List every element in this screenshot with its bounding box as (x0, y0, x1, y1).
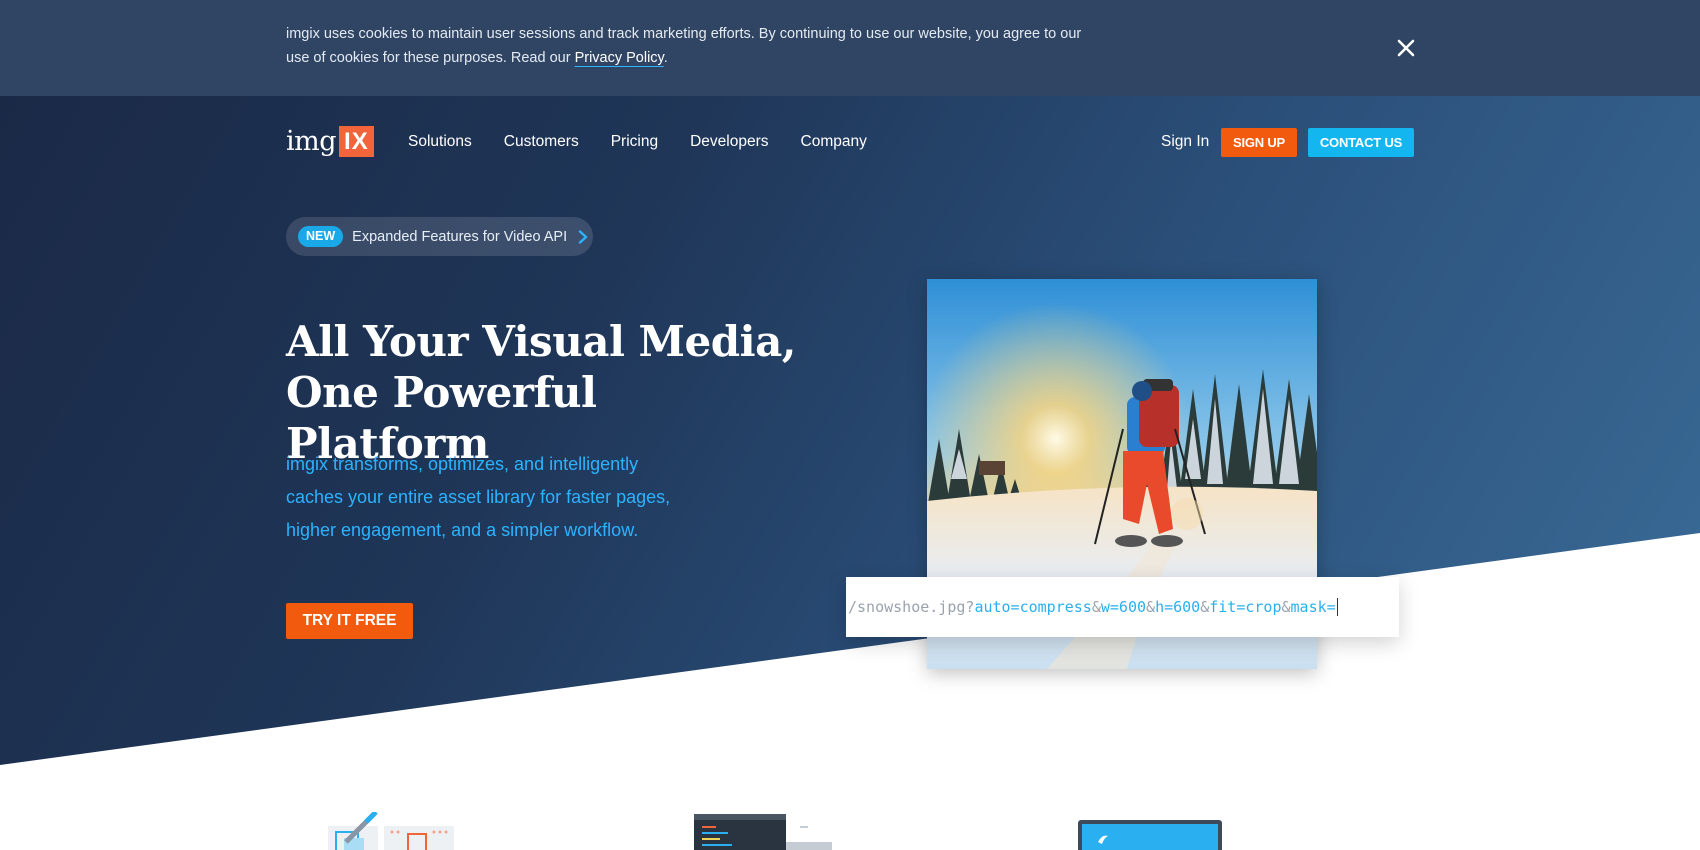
imgix-logo[interactable]: img IX (286, 124, 374, 158)
hero-diagonal-cut (0, 533, 1700, 850)
url-param-height: h=600 (1155, 598, 1201, 616)
url-param-auto: auto=compress (974, 598, 1092, 616)
nav-customers[interactable]: Customers (504, 133, 579, 151)
privacy-policy-link[interactable]: Privacy Policy (575, 50, 664, 66)
cookie-message: imgix uses cookies to maintain user sess… (286, 26, 1082, 66)
logo-word: img (286, 125, 337, 157)
logo-mark: IX (339, 125, 374, 157)
nav-pricing[interactable]: Pricing (611, 133, 658, 151)
browser-window-illustration (1078, 820, 1222, 850)
url-separator: & (1281, 598, 1291, 616)
new-badge: NEW (298, 226, 344, 247)
hero-headline: All Your Visual Media, One Powerful Plat… (286, 316, 806, 469)
text-caret (1336, 598, 1338, 616)
contact-us-button[interactable]: CONTACT US (1308, 128, 1414, 157)
announcement-pill[interactable]: NEW Expanded Features for Video API (286, 217, 593, 256)
announcement-text: Expanded Features for Video API (352, 228, 568, 245)
main-nav: Solutions Customers Pricing Developers C… (408, 133, 899, 151)
try-it-free-button[interactable]: TRY IT FREE (286, 603, 413, 639)
url-parameters-demo: /snowshoe.jpg? auto=compress & w=600 & h=600 &… (846, 577, 1399, 637)
url-path: /snowshoe.jpg? (848, 598, 975, 616)
url-separator: & (1146, 598, 1156, 616)
hero-subcopy: imgix transforms, optimizes, and intelli… (286, 454, 671, 540)
nav-developers[interactable]: Developers (690, 133, 768, 151)
url-separator: & (1200, 598, 1210, 616)
sign-in-link[interactable]: Sign In (1161, 133, 1209, 151)
url-param-mask: mask= (1290, 598, 1336, 616)
url-param-width: w=600 (1100, 598, 1147, 616)
close-icon[interactable] (1394, 36, 1418, 60)
cookie-banner: imgix uses cookies to maintain user sess… (0, 0, 1700, 96)
nav-company[interactable]: Company (801, 133, 867, 151)
sign-up-button[interactable]: SIGN UP (1221, 128, 1297, 157)
design-tools-illustration (328, 812, 454, 850)
nav-solutions[interactable]: Solutions (408, 133, 472, 151)
url-param-fit: fit=crop (1209, 598, 1282, 616)
code-editor-illustration (694, 814, 832, 850)
chevron-right-icon (578, 229, 588, 244)
url-separator: & (1091, 598, 1101, 616)
headline-line-1: All Your Visual Media, (286, 317, 796, 366)
